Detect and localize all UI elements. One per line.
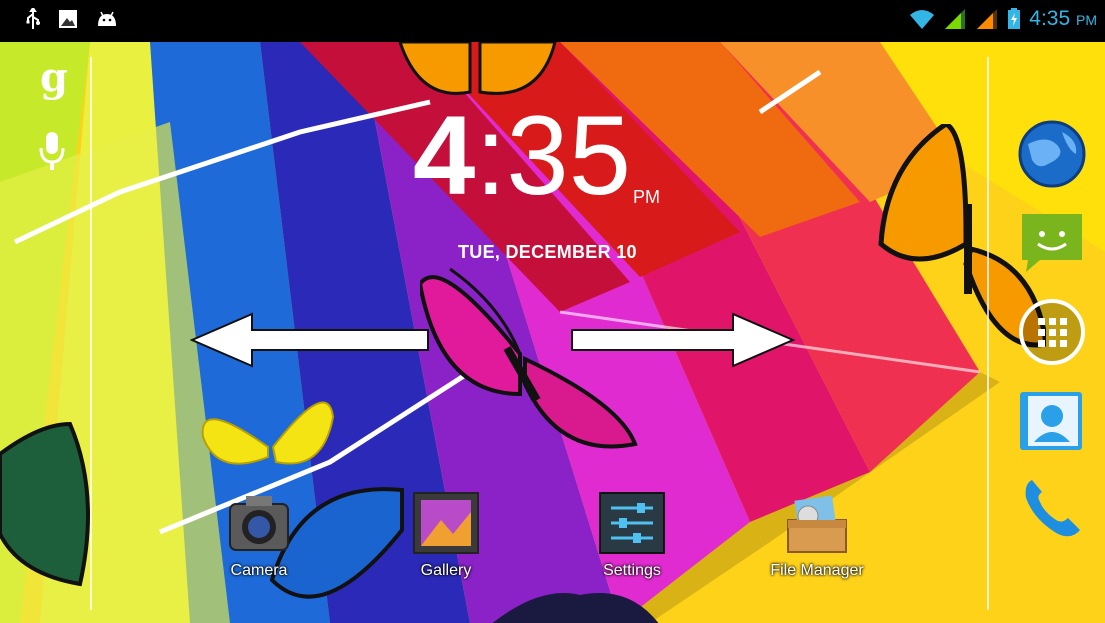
app-label: Camera bbox=[230, 562, 288, 579]
android-debug-icon bbox=[98, 11, 116, 26]
system-icons: 4:35 PM bbox=[909, 7, 1097, 31]
app-label: Settings bbox=[603, 562, 661, 579]
swipe-right-arrow-icon bbox=[571, 312, 795, 368]
clock-minutes: :35 bbox=[475, 93, 631, 218]
home-screen: 4:35 PM 4:35 PM TUE, DECEMBER 10 g Camer… bbox=[0, 0, 1105, 623]
settings-icon bbox=[599, 492, 665, 554]
screenshot-icon bbox=[59, 10, 77, 28]
right-divider bbox=[987, 57, 989, 610]
contacts-icon[interactable] bbox=[1018, 386, 1086, 454]
all-apps-icon[interactable] bbox=[1018, 298, 1086, 366]
dark-butterfly-illustration bbox=[492, 593, 659, 623]
google-search-icon[interactable]: g bbox=[34, 58, 74, 102]
app-label: Gallery bbox=[420, 562, 472, 579]
file-manager-icon bbox=[787, 495, 847, 553]
signal-icon bbox=[945, 9, 966, 29]
green-butterfly-illustration bbox=[0, 421, 90, 587]
clock-ampm: PM bbox=[633, 187, 660, 207]
status-clock: 4:35 PM bbox=[1029, 7, 1097, 30]
left-divider bbox=[90, 57, 92, 610]
app-gallery[interactable]: Gallery bbox=[391, 490, 501, 580]
usb-icon bbox=[26, 8, 40, 29]
phone-icon[interactable] bbox=[1018, 474, 1086, 542]
camera-icon bbox=[229, 496, 289, 551]
app-camera[interactable]: Camera bbox=[204, 490, 314, 580]
messaging-icon[interactable] bbox=[1018, 208, 1086, 276]
app-file-manager[interactable]: File Manager bbox=[762, 490, 872, 580]
clock-hour: 4 bbox=[413, 93, 476, 218]
microphone-icon[interactable] bbox=[38, 132, 66, 172]
clock-date: TUE, DECEMBER 10 bbox=[458, 242, 637, 262]
swipe-left-arrow-icon bbox=[190, 312, 429, 368]
status-bar: 4:35 PM bbox=[0, 0, 1105, 42]
notification-icons bbox=[26, 8, 118, 30]
wifi-icon bbox=[910, 10, 935, 29]
battery-charging-icon bbox=[1008, 8, 1021, 29]
app-settings[interactable]: Settings bbox=[577, 490, 687, 580]
gallery-icon bbox=[413, 492, 479, 554]
app-label: File Manager bbox=[770, 562, 864, 579]
clock-time: 4:35 PM bbox=[413, 100, 660, 212]
browser-globe-icon[interactable] bbox=[1018, 120, 1086, 188]
signal-icon bbox=[977, 9, 998, 29]
